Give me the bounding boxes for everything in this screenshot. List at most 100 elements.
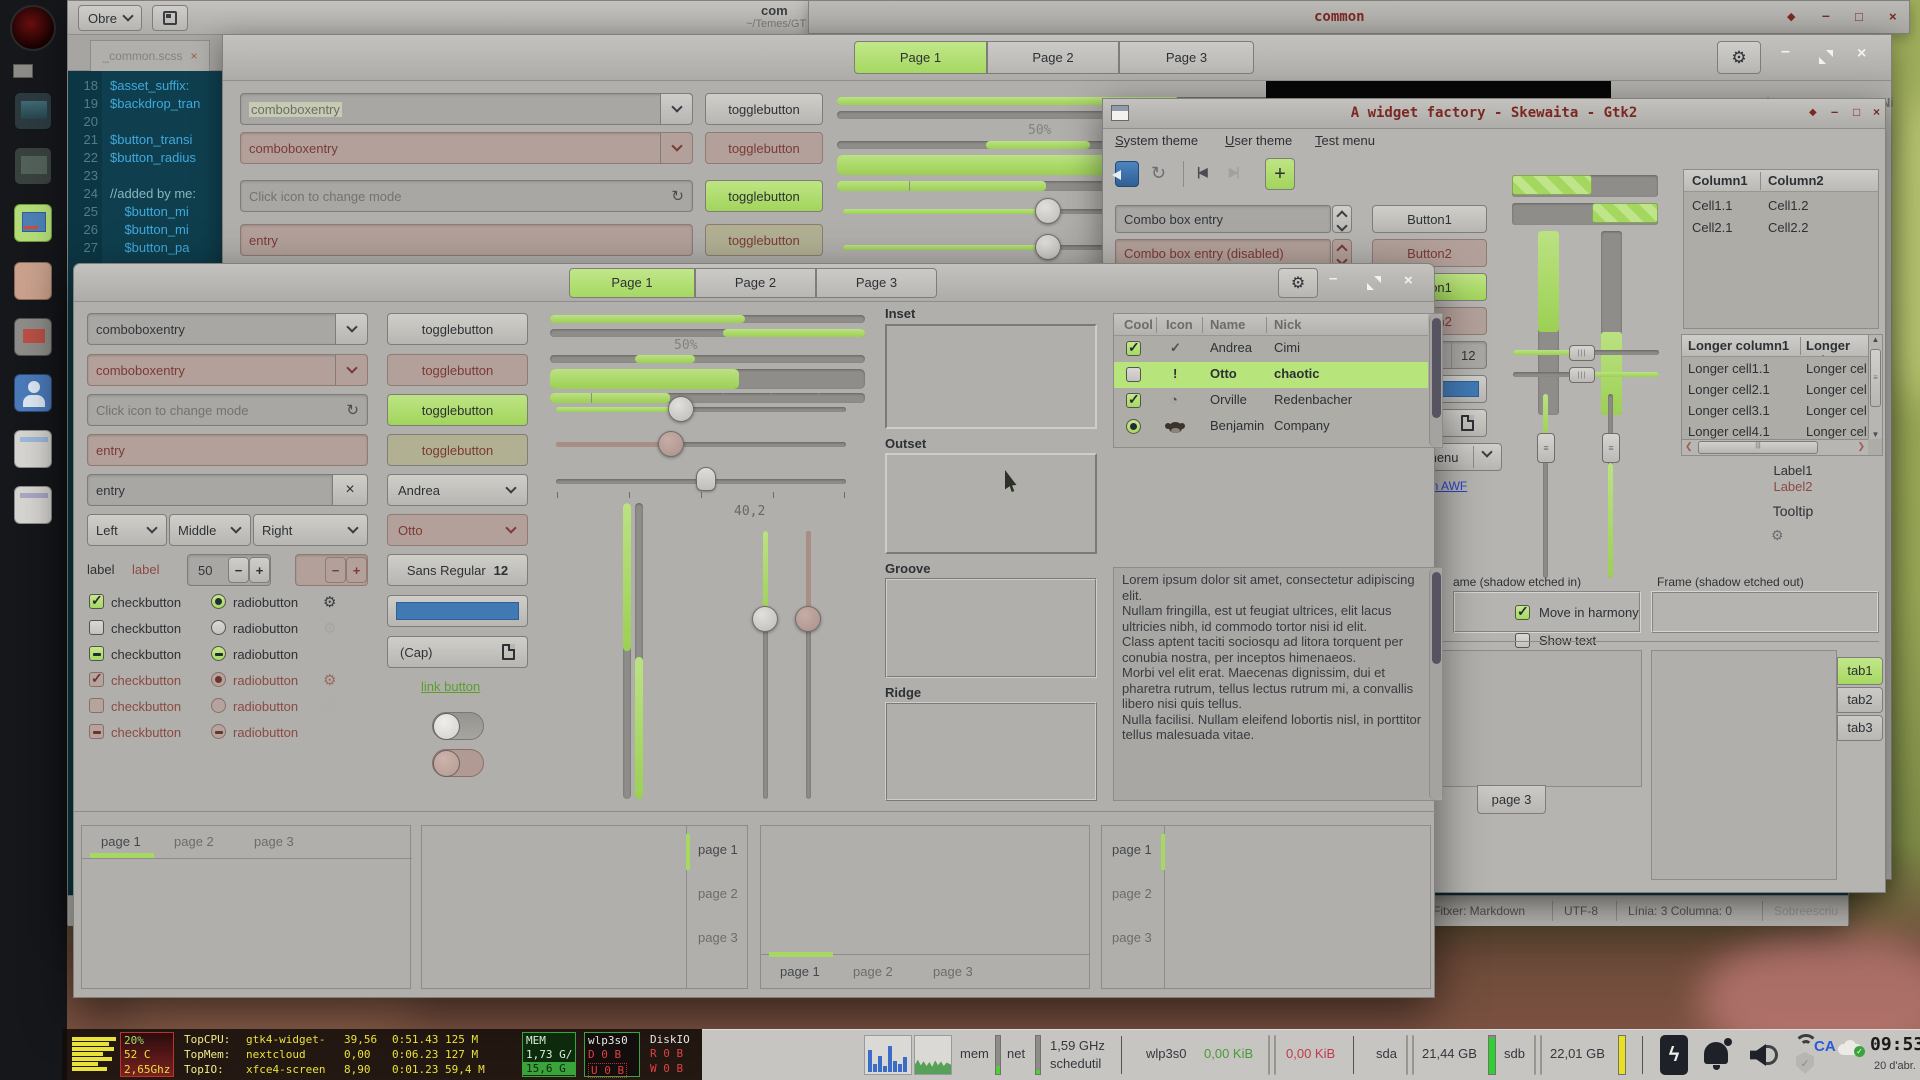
save-button[interactable] (152, 5, 188, 31)
front-gear-button[interactable]: ⚙ (1278, 268, 1318, 298)
net-indicator-label[interactable]: net (1007, 1046, 1025, 1061)
chevron-down-icon[interactable] (660, 94, 692, 124)
sda-label[interactable]: sda (1376, 1046, 1397, 1061)
skw-tab1[interactable]: tab1 (1837, 657, 1883, 685)
clock-time[interactable]: 09:53 (1870, 1034, 1920, 1055)
titlebar-maximize-icon[interactable]: □ (1855, 9, 1863, 24)
titlebar-minimize-icon[interactable]: – (1822, 7, 1830, 23)
column-header-nick[interactable]: Nick (1274, 317, 1301, 332)
refresh-icon[interactable]: ↻ (1151, 163, 1166, 184)
color-button[interactable] (387, 595, 528, 627)
icon-entry[interactable]: Click icon to change mode ↻ (87, 394, 368, 426)
bg-togglebutton-3[interactable]: togglebutton (705, 180, 823, 212)
skw-tab3[interactable]: tab3 (1837, 715, 1883, 741)
common-minimize-icon[interactable]: – (1781, 43, 1790, 61)
nb-tab-page1[interactable]: page 1 (1112, 842, 1152, 857)
bg-comboboxentry[interactable]: comboboxentry (240, 93, 693, 125)
maximize-icon[interactable]: □ (1853, 105, 1860, 119)
combo-left[interactable]: Left (87, 514, 167, 546)
checkbutton-unchecked[interactable] (89, 620, 104, 635)
cloud-sync-icon[interactable]: ✓ (1838, 1040, 1866, 1056)
status-position[interactable]: Línia: 3 Columna: 0 (1628, 904, 1732, 918)
status-overwrite[interactable]: Sobreescriu (1774, 904, 1838, 918)
chevron-down-icon[interactable] (335, 314, 367, 344)
minimize-icon[interactable]: – (1831, 104, 1838, 119)
front-minimize-icon[interactable]: – (1329, 270, 1337, 287)
dock-app-icon-4[interactable] (14, 262, 52, 300)
vertical-scrollbar[interactable] (1429, 568, 1442, 800)
menu-logo[interactable] (10, 5, 56, 51)
column-header[interactable]: Column2 (1768, 173, 1824, 188)
row-checkbox[interactable] (1126, 367, 1141, 382)
wifi-iface-label[interactable]: wlp3s0 (1146, 1046, 1186, 1061)
radiobutton-unchecked[interactable] (211, 620, 226, 635)
add-button[interactable]: + (1265, 158, 1295, 190)
security-shield-icon[interactable]: ✓ (1796, 1052, 1814, 1074)
governor-label[interactable]: schedutil (1050, 1056, 1101, 1071)
nb-tab-page3[interactable]: page 3 (254, 834, 294, 849)
open-button[interactable]: Obre (78, 5, 142, 31)
gear-icon[interactable]: ⚙ (323, 593, 336, 611)
common-tab-page1[interactable]: Page 1 (854, 41, 987, 74)
nb-tab-page3[interactable]: page 3 (1112, 930, 1152, 945)
tree-row[interactable]: Benjamin Company (1114, 414, 1428, 440)
common-tab-page2[interactable]: Page 2 (987, 41, 1119, 74)
treeview[interactable]: Cool Icon Name Nick ✓ Andrea Cimi ! Otto… (1113, 313, 1443, 448)
common-restore-icon[interactable] (1819, 50, 1833, 64)
vscale-1[interactable] (623, 503, 631, 799)
status-filetype[interactable]: Fitxer: Markdown (1433, 904, 1525, 918)
battery-icon[interactable]: ϟ (1660, 1035, 1688, 1075)
skw-notebook-tab-page3[interactable]: page 3 (1477, 785, 1546, 814)
combo-middle[interactable]: Middle (169, 514, 251, 546)
textview-content[interactable]: Lorem ipsum dolor sit amet, consectetur … (1122, 572, 1422, 743)
skewaita-titlebar[interactable]: A widget factory - Skewaita - Gtk2 ◆ – □… (1103, 99, 1885, 129)
tab-close-icon[interactable]: × (191, 49, 198, 63)
dock-app-icon-user[interactable] (14, 374, 52, 412)
skw-combo-spin[interactable] (1332, 205, 1352, 233)
cpu-graph[interactable] (864, 1035, 912, 1075)
font-button[interactable]: Sans Regular12 (387, 554, 528, 586)
togglebutton-1[interactable]: togglebutton (387, 313, 528, 345)
checkbutton-mixed[interactable] (89, 646, 104, 661)
notification-bell-icon[interactable] (1702, 1038, 1732, 1072)
nb-tab-page2[interactable]: page 2 (853, 964, 893, 979)
menu-test-menu[interactable]: Test menu (1315, 133, 1375, 148)
volume-icon[interactable] (1750, 1040, 1780, 1070)
skw-vscale-1[interactable] (1538, 231, 1559, 415)
common-gear-button[interactable]: ⚙ (1717, 41, 1761, 74)
titlebar-close-icon[interactable]: × (1889, 9, 1897, 24)
nb-tab-page3[interactable]: page 3 (933, 964, 973, 979)
column-header-name[interactable]: Name (1210, 317, 1245, 332)
front-restore-icon[interactable] (1367, 276, 1381, 290)
column-header-icon[interactable]: Icon (1166, 317, 1193, 332)
editor-tab[interactable]: _common.scss × (90, 40, 210, 71)
dock-app-icon-active[interactable] (14, 204, 52, 242)
front-tab-page3[interactable]: Page 3 (816, 268, 937, 298)
tree-row-selected[interactable]: ! Otto chaotic (1114, 362, 1428, 388)
column-header[interactable]: Column1 (1692, 173, 1748, 188)
vertical-scrollbar[interactable]: ▲ ≡ ▼ (1868, 335, 1882, 439)
row-radio[interactable] (1126, 419, 1141, 434)
cpu-freq-label[interactable]: 1,59 GHz (1050, 1038, 1105, 1053)
front-close-icon[interactable]: × (1404, 272, 1413, 289)
common-tab-page3[interactable]: Page 3 (1119, 41, 1254, 74)
quit-icon[interactable] (1115, 161, 1139, 187)
skw-tab2[interactable]: tab2 (1837, 687, 1883, 713)
radiobutton-mixed[interactable] (211, 646, 226, 661)
link-button[interactable]: link button (421, 679, 480, 694)
goto-first-icon[interactable]: |◀ (1197, 165, 1206, 179)
nb-tab-page2[interactable]: page 2 (174, 834, 214, 849)
dock-app-icon-5[interactable] (14, 318, 52, 356)
spin-plus-button[interactable]: + (249, 557, 270, 583)
tree-row[interactable]: ✓ Andrea Cimi (1114, 336, 1428, 362)
nb-tab-page2[interactable]: page 2 (1112, 886, 1152, 901)
close-icon[interactable]: × (1873, 105, 1880, 119)
radiobutton-checked[interactable] (211, 594, 226, 609)
combo-right[interactable]: Right (253, 514, 368, 546)
clear-entry-button[interactable]: × (332, 474, 368, 506)
sticky-icon[interactable]: ◆ (1809, 107, 1817, 118)
bg-togglebutton-1[interactable]: togglebutton (705, 93, 823, 125)
nb-tab-page1[interactable]: page 1 (698, 842, 738, 857)
file-chooser-button[interactable]: (Cap) (387, 636, 528, 668)
switch-off[interactable] (432, 712, 484, 740)
